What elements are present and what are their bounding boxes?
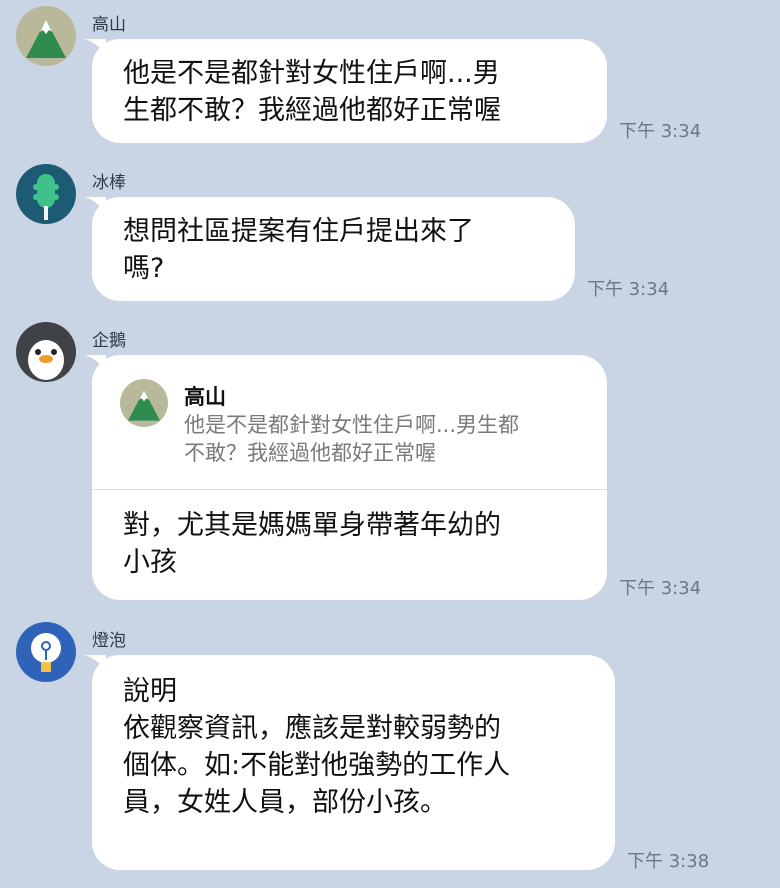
sender-name: 高山	[92, 15, 126, 35]
reply-avatar	[120, 379, 168, 427]
message-text: 說明 依觀察資訊，應該是對較弱勢的 個体。如:不能對他強勢的工作人 員，女姓人員…	[123, 676, 511, 818]
message-text: 想問社區提案有住戶提出來了 嗎?	[123, 216, 474, 284]
popsicle-icon	[16, 164, 76, 224]
message-bubble[interactable]: 他是不是都針對女性住戶啊...男 生都不敢？我經過他都好正常喔	[84, 39, 607, 143]
message-time: 下午 3:34	[619, 578, 702, 599]
avatar[interactable]	[16, 164, 76, 224]
message-text: 對，尤其是媽媽單身帶著年幼的 小孩	[123, 510, 501, 578]
avatar[interactable]	[16, 322, 76, 382]
avatar[interactable]	[16, 622, 76, 682]
message-time: 下午 3:34	[587, 279, 670, 300]
message-text: 他是不是都針對女性住戶啊...男 生都不敢？我經過他都好正常喔	[123, 58, 501, 126]
message-bubble[interactable]: 高山 他是不是都針對女性住戶啊...男生都 不敢？我經過他都好正常喔 對，尤其是…	[84, 355, 607, 600]
penguin-icon	[16, 322, 76, 382]
message-bubble[interactable]: 說明 依觀察資訊，應該是對較弱勢的 個体。如:不能對他強勢的工作人 員，女姓人員…	[84, 655, 615, 870]
lightbulb-icon	[16, 622, 76, 682]
message-time: 下午 3:38	[627, 851, 710, 872]
message-bubble[interactable]: 想問社區提案有住戶提出來了 嗎?	[84, 197, 575, 301]
avatar[interactable]	[16, 6, 76, 66]
reply-sender-name: 高山	[184, 385, 226, 409]
mountain-icon	[120, 379, 168, 427]
sender-name: 燈泡	[92, 631, 126, 651]
sender-name: 企鵝	[92, 331, 126, 351]
mountain-icon	[16, 6, 76, 66]
reply-quote[interactable]: 高山 他是不是都針對女性住戶啊...男生都 不敢？我經過他都好正常喔	[92, 355, 607, 490]
chat-area: 高山 他是不是都針對女性住戶啊...男 生都不敢？我經過他都好正常喔 下午 3:…	[0, 0, 780, 888]
message-time: 下午 3:34	[619, 121, 702, 142]
reply-text: 他是不是都針對女性住戶啊...男生都 不敢？我經過他都好正常喔	[184, 413, 520, 465]
sender-name: 冰棒	[92, 173, 126, 193]
